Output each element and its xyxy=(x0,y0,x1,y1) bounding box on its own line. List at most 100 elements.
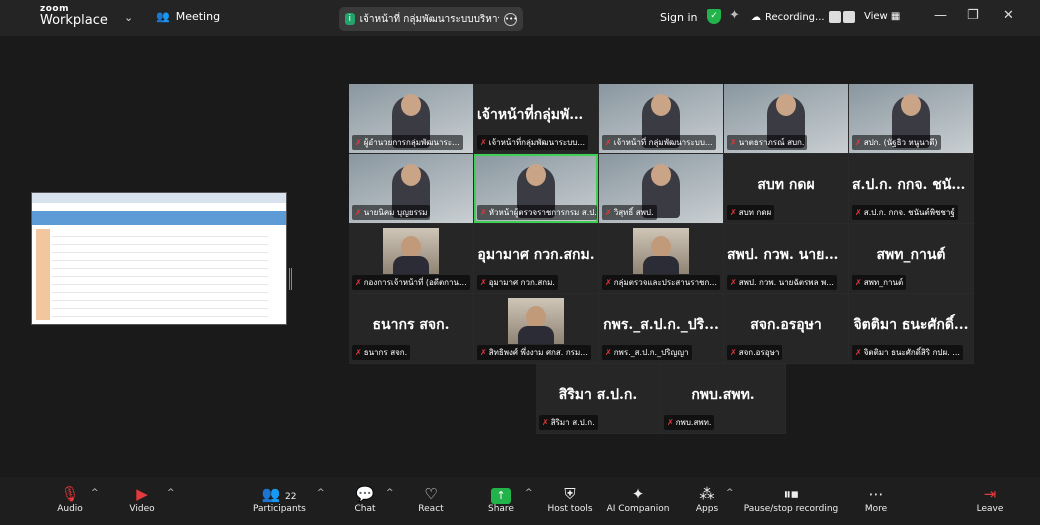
participant-name-tag: ✗ ผู้อำนวยการกลุ่มพัฒนาระ... xyxy=(352,135,463,150)
participant-display-name: สบท กดผ xyxy=(757,177,815,193)
meeting-menu[interactable]: 👥 Meeting xyxy=(156,10,220,23)
react-button[interactable]: ♡ React xyxy=(418,484,444,514)
participant-display-name: เจ้าหน้าที่กลุ่มพัฒ... xyxy=(477,107,597,123)
participants-caret-icon[interactable]: ^ xyxy=(317,488,325,498)
participant-name: กลุ่มตรวจและประสานราชก... xyxy=(613,278,717,287)
host-tools-label: Host tools xyxy=(547,504,593,514)
recording-button[interactable]: ⏸⏹ Pause/stop recording xyxy=(743,484,839,514)
participant-display-name: จิตติมา ธนะศักดิ์... xyxy=(853,317,969,333)
participant-tile[interactable]: เจ้าหน้าที่กลุ่มพัฒ... ✗ เจ้าหน้าที่กลุ่มพ… xyxy=(474,84,598,153)
ai-companion-button[interactable]: ✦ AI Companion xyxy=(606,484,670,514)
mic-muted-icon: 🎙 xyxy=(60,485,80,503)
participants-button[interactable]: 👥 22 Participants ^ xyxy=(253,484,325,514)
participant-tile[interactable]: ส.ป.ก. กกจ. ชนัน... ✗ ส.ป.ก. กกจ. ชนันต์พิ… xyxy=(849,154,973,223)
participant-tile[interactable]: ✗ ผู้อำนวยการกลุ่มพัฒนาระ... xyxy=(349,84,473,153)
audio-button[interactable]: 🎙 Audio ^ xyxy=(55,484,98,514)
participant-tile[interactable]: ✗ สปก. (นัฐธิว หนูนาดี) xyxy=(849,84,973,153)
participant-display-name: สิริมา ส.ป.ก. xyxy=(558,387,638,403)
mic-muted-icon: ✗ xyxy=(667,418,674,427)
more-options-icon[interactable]: ••• xyxy=(504,12,517,26)
meeting-title-pill[interactable]: i เจ้าหน้าที่ กลุ่มพัฒนาระบบบริหาร ส.ป.ก… xyxy=(339,7,523,31)
participant-tile[interactable]: ✗ เจ้าหน้าที่ กลุ่มพัฒนาระบบ... xyxy=(599,84,723,153)
participant-name: สปก. (นัฐธิว หนูนาดี) xyxy=(863,138,938,147)
participant-name: กองการเจ้าหน้าที่ (อดีตกาน... xyxy=(363,278,467,287)
participant-display-name: กพบ.สพท. xyxy=(691,387,755,403)
title-bar: zoom Workplace ⌄ 👥 Meeting i เจ้าหน้าที่… xyxy=(0,0,1040,36)
participant-tile[interactable]: สบท กดผ ✗ สบท กดผ xyxy=(724,154,848,223)
host-tools-button[interactable]: ⛨ Host tools xyxy=(546,484,594,514)
participant-tile[interactable]: อุมามาศ กวก.สกม. ✗ อุมามาศ กวก.สกม. xyxy=(474,224,598,293)
participant-name-tag: ✗ ส.ป.ก. กกจ. ชนันต์พิชชาฐ์ xyxy=(852,205,958,220)
apps-button[interactable]: ⁂ Apps ^ xyxy=(694,484,734,514)
apps-caret-icon[interactable]: ^ xyxy=(726,488,734,498)
participant-name: กพบ.สพท. xyxy=(675,418,712,427)
leave-button[interactable]: ⇥ Leave xyxy=(976,484,1004,514)
participant-name-tag: ✗ กองการเจ้าหน้าที่ (อดีตกาน... xyxy=(352,275,470,290)
audio-caret-icon[interactable]: ^ xyxy=(91,488,99,498)
minimize-icon[interactable]: — xyxy=(934,8,947,23)
participant-name: สิริมา ส.ป.ก. xyxy=(550,418,595,427)
meeting-label: Meeting xyxy=(175,10,221,23)
participant-tile[interactable]: ✗ นาตธราภรณ์ สบก. xyxy=(724,84,848,153)
participant-tile[interactable]: ✗ กองการเจ้าหน้าที่ (อดีตกาน... xyxy=(349,224,473,293)
leave-label: Leave xyxy=(976,504,1004,514)
participant-tile[interactable]: สิริมา ส.ป.ก. ✗ สิริมา ส.ป.ก. xyxy=(536,364,660,433)
participant-tile[interactable]: ธนากร สจก. ✗ ธนากร สจก. xyxy=(349,294,473,363)
recording-label: Pause/stop recording xyxy=(743,504,839,514)
stop-icon[interactable] xyxy=(842,11,855,23)
participant-name-tag: ✗ เจ้าหน้าที่ กลุ่มพัฒนาระบบ... xyxy=(602,135,716,150)
share-button[interactable]: ↑ Share ^ xyxy=(487,484,533,514)
participant-tile[interactable]: สจก.อรอุษา ✗ สจก.อรอุษา xyxy=(724,294,848,363)
participant-name: สพท_กานต์ xyxy=(863,278,904,287)
chat-button[interactable]: 💬 Chat ^ xyxy=(352,484,393,514)
participant-tile[interactable]: ✗ กลุ่มตรวจและประสานราชก... xyxy=(599,224,723,293)
participant-tile[interactable]: กพบ.สพท. ✗ กพบ.สพท. xyxy=(661,364,785,433)
apps-icon: ⁂ xyxy=(699,485,715,503)
brand-bottom: Workplace xyxy=(40,13,108,28)
restore-icon[interactable]: ❐ xyxy=(967,8,979,23)
ai-sparkle-icon[interactable]: ✦ xyxy=(729,8,740,23)
shield-icon: ⛨ xyxy=(564,485,576,503)
participant-name-tag: ✗ อุมามาศ กวก.สกม. xyxy=(477,275,558,290)
mic-muted-icon: ✗ xyxy=(730,348,737,357)
share-caret-icon[interactable]: ^ xyxy=(525,488,533,498)
share-label: Share xyxy=(488,504,514,514)
chat-caret-icon[interactable]: ^ xyxy=(386,488,394,498)
info-icon[interactable]: i xyxy=(345,13,355,25)
participant-tile[interactable]: ✗ วิสุทธิ์ สพป. xyxy=(599,154,723,223)
participant-name-tag: ✗ สพท_กานต์ xyxy=(852,275,907,290)
participant-tile[interactable]: ✗ สิทธิพงศ์ พึ่งงาม ศกส. กรม... xyxy=(474,294,598,363)
chevron-down-icon[interactable]: ⌄ xyxy=(124,11,133,24)
participant-tile[interactable]: ✗ นายนิคม บุญยรรม xyxy=(349,154,473,223)
more-icon: ⋯ xyxy=(868,485,884,503)
video-caret-icon[interactable]: ^ xyxy=(167,488,175,498)
mic-muted-icon: ✗ xyxy=(542,418,549,427)
participant-tile[interactable]: จิตติมา ธนะศักดิ์... ✗ จิตติมา ธนะศักดิ์สิ… xyxy=(849,294,973,363)
video-button[interactable]: ▶ Video ^ xyxy=(127,484,174,514)
mic-muted-icon: ✗ xyxy=(730,138,737,147)
security-shield-icon[interactable]: ✓ xyxy=(707,9,721,24)
mic-muted-icon: ✗ xyxy=(480,348,487,357)
shared-screen-thumbnail[interactable] xyxy=(31,192,287,325)
more-button[interactable]: ⋯ More xyxy=(863,484,889,514)
participant-tile[interactable]: กพร._ส.ป.ก._ปริ... ✗ กพร._ส.ป.ก._ปริญญา xyxy=(599,294,723,363)
participant-name-tag: ✗ สจก.อรอุษา xyxy=(727,345,783,360)
participant-name: เจ้าหน้าที่ กลุ่มพัฒนาระบบ... xyxy=(613,138,713,147)
recording-indicator[interactable]: ☁ Recording... xyxy=(751,11,855,23)
participant-display-name: สจก.อรอุษา xyxy=(750,317,822,333)
sign-in-link[interactable]: Sign in xyxy=(660,11,698,24)
participant-tile[interactable]: สพท_กานต์ ✗ สพท_กานต์ xyxy=(849,224,973,293)
video-label: Video xyxy=(129,504,155,514)
view-button[interactable]: View ▦ xyxy=(864,11,900,22)
pause-icon[interactable] xyxy=(828,11,841,23)
split-divider-handle[interactable] xyxy=(289,268,292,290)
participant-name-tag: ✗ หัวหน้าผู้ตรวจราชการกรม ส.ป.... xyxy=(477,205,597,220)
participant-name-tag: ✗ กลุ่มตรวจและประสานราชก... xyxy=(602,275,720,290)
people-icon: 👥 xyxy=(156,10,170,23)
video-off-icon: ▶ xyxy=(136,485,148,503)
participant-tile[interactable]: สพป. กวพ. นายฉั... ✗ สพป. กวพ. นายฉัตรพล พ… xyxy=(724,224,848,293)
participant-name-tag: ✗ สิริมา ส.ป.ก. xyxy=(539,415,598,430)
participant-tile[interactable]: ✗ หัวหน้าผู้ตรวจราชการกรม ส.ป.... xyxy=(474,154,598,223)
close-icon[interactable]: ✕ xyxy=(1003,8,1014,23)
participant-name-tag: ✗ ธนากร สจก. xyxy=(352,345,411,360)
